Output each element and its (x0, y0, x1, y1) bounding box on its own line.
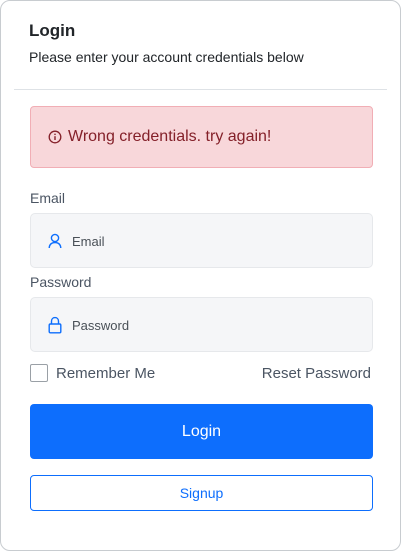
page-title: Login (29, 21, 76, 40)
page-subtitle: Please enter your account credentials be… (29, 49, 304, 65)
remember-me[interactable]: Remember Me (30, 364, 155, 382)
signup-button[interactable]: Signup (30, 475, 373, 511)
login-button[interactable]: Login (30, 404, 373, 459)
error-alert: Wrong credentials. try again! (30, 106, 373, 168)
login-card: Login Please enter your account credenti… (0, 0, 401, 551)
header-divider (14, 89, 387, 90)
lock-icon (48, 316, 64, 334)
password-label: Password (30, 274, 92, 290)
email-field-wrapper[interactable] (30, 213, 373, 268)
remember-me-checkbox[interactable] (30, 364, 48, 382)
password-input[interactable] (72, 318, 312, 333)
email-label: Email (30, 190, 66, 206)
reset-password-link[interactable]: Reset Password (262, 365, 371, 382)
email-input[interactable] (72, 234, 312, 249)
card-header: Login Please enter your account credenti… (29, 20, 380, 66)
password-field-wrapper[interactable] (30, 297, 373, 352)
info-circle-icon (48, 130, 62, 144)
remember-me-label[interactable]: Remember Me (56, 365, 155, 382)
alert-message: Wrong credentials. try again! (68, 128, 272, 145)
user-icon (48, 232, 64, 250)
